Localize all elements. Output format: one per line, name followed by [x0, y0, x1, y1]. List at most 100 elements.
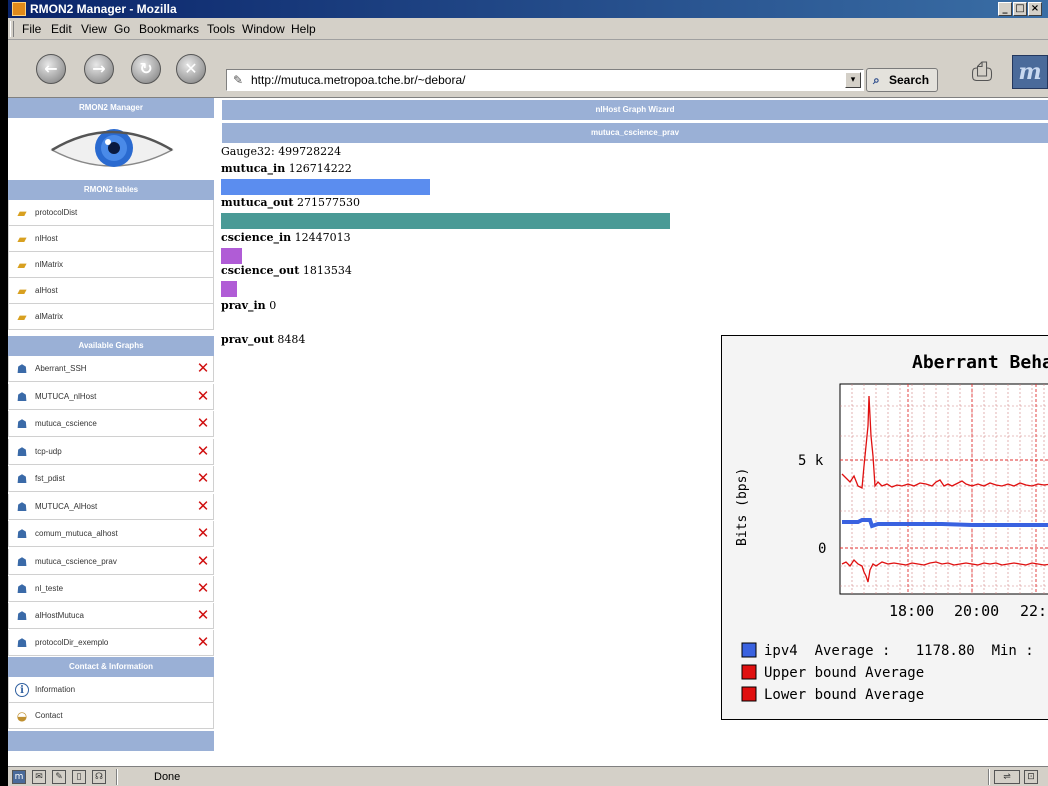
aberrant-behavior-graph: Aberrant Beha Bits (bps) 5 k 0 18:00 20:… [721, 335, 1048, 720]
menu-window[interactable]: Window [242, 22, 285, 36]
bar-name: mutuca_in [221, 162, 286, 175]
status-separator [988, 769, 990, 785]
menu-file[interactable]: File [22, 22, 41, 36]
sidebar-graph-mutuca-alhost[interactable]: ☗ MUTUCA_AlHost ✕ [8, 494, 214, 520]
sidebar-item-label: alHostMutuca [35, 611, 84, 620]
menu-go[interactable]: Go [114, 22, 130, 36]
menu-view[interactable]: View [81, 22, 107, 36]
graph-icon: ☗ [16, 500, 28, 514]
sidebar-graph-mutuca-cscience-prav[interactable]: ☗ mutuca_cscience_prav ✕ [8, 549, 214, 575]
navigator-icon[interactable]: m [12, 770, 26, 784]
reload-icon: ↻ [139, 59, 153, 78]
bar-name: cscience_out [221, 264, 300, 277]
sidebar-graph-mutuca-nlhost[interactable]: ☗ MUTUCA_nlHost ✕ [8, 384, 214, 410]
url-bar[interactable]: ✎ ▾ [226, 69, 864, 91]
delete-graph-icon[interactable]: ✕ [195, 360, 211, 376]
delete-graph-icon[interactable]: ✕ [195, 415, 211, 431]
sidebar-item-nlmatrix[interactable]: ▰ nlMatrix [8, 252, 214, 278]
chat-icon[interactable]: ☊ [92, 770, 106, 784]
delete-graph-icon[interactable]: ✕ [195, 580, 211, 596]
online-status-icon[interactable]: ⇌ [994, 770, 1020, 784]
sidebar-item-label: protocolDist [35, 208, 78, 217]
menu-grip[interactable] [10, 21, 14, 37]
delete-graph-icon[interactable]: ✕ [195, 498, 211, 514]
forward-button[interactable]: → [84, 54, 114, 84]
url-input[interactable] [251, 72, 831, 88]
stop-button[interactable]: ✕ [176, 54, 206, 84]
title-bar: RMON2 Manager - Mozilla _ □ × [8, 0, 1048, 18]
sidebar-item-alhost[interactable]: ▰ alHost [8, 278, 214, 304]
legend-upper-bound: Upper bound Average [764, 665, 924, 681]
bar-name: cscience_in [221, 231, 292, 244]
sidebar-graph-protocoldir-exemplo[interactable]: ☗ protocolDir_exemplo ✕ [8, 630, 214, 656]
sidebar-item-label: comum_mutuca_alhost [35, 529, 118, 538]
graph-icon: ☗ [16, 555, 28, 569]
delete-graph-icon[interactable]: ✕ [195, 388, 211, 404]
search-button[interactable]: ⌕ Search [866, 68, 938, 92]
available-graphs-header: Available Graphs [8, 336, 214, 356]
window-title: RMON2 Manager - Mozilla [30, 2, 177, 16]
graph-xtick-2000: 20:00 [954, 602, 999, 620]
delete-graph-icon[interactable]: ✕ [195, 470, 211, 486]
bar-mutuca-in [221, 179, 430, 195]
sidebar-item-label: mutuca_cscience_prav [35, 557, 117, 566]
url-dropdown-button[interactable]: ▾ [845, 72, 861, 88]
menu-help[interactable]: Help [291, 22, 316, 36]
mail-icon[interactable]: ✉ [32, 770, 46, 784]
composer-icon[interactable]: ✎ [52, 770, 66, 784]
mozilla-throbber-icon[interactable]: m [1012, 55, 1048, 89]
graph-ytick-0: 0 [818, 541, 826, 557]
rmon2-tables-header: RMON2 tables [8, 180, 214, 200]
delete-graph-icon[interactable]: ✕ [195, 553, 211, 569]
status-bar: m ✉ ✎ ▯ ☊ Done ⇌ ⊡ [8, 766, 1048, 786]
delete-graph-icon[interactable]: ✕ [195, 443, 211, 459]
menu-edit[interactable]: Edit [51, 22, 72, 36]
menu-bookmarks[interactable]: Bookmarks [139, 22, 199, 36]
sidebar-item-information[interactable]: i Information [8, 677, 214, 703]
delete-graph-icon[interactable]: ✕ [195, 525, 211, 541]
sidebar-item-protocoldist[interactable]: ▰ protocolDist [8, 200, 214, 226]
sidebar-graph-aberrant-ssh[interactable]: ☗ Aberrant_SSH ✕ [8, 356, 214, 382]
sidebar-graph-fst-pdist[interactable]: ☗ fst_pdist ✕ [8, 466, 214, 492]
status-text: Done [154, 771, 181, 783]
sidebar-footer [8, 731, 214, 751]
sidebar-item-label: MUTUCA_AlHost [35, 502, 98, 511]
menu-tools[interactable]: Tools [207, 22, 235, 36]
search-button-label: Search [889, 73, 930, 87]
minimize-button[interactable]: _ [998, 2, 1012, 16]
delete-graph-icon[interactable]: ✕ [195, 634, 211, 650]
maximize-button[interactable]: □ [1013, 2, 1027, 16]
print-button[interactable]: ⎙ [964, 55, 1000, 89]
eye-logo [50, 129, 174, 167]
sidebar-item-label: Information [35, 685, 76, 694]
bar-name: mutuca_out [221, 196, 294, 209]
mozilla-app-icon [12, 2, 26, 16]
gauge-value: 499728224 [278, 145, 342, 158]
sidebar-item-label: nlMatrix [35, 260, 64, 269]
address-book-icon[interactable]: ▯ [72, 770, 86, 784]
info-icon: i [15, 683, 29, 697]
sidebar-item-contact[interactable]: ◒ Contact [8, 703, 214, 729]
graph-title: Aberrant Beha [912, 352, 1048, 373]
sidebar-item-label: tcp-udp [35, 447, 62, 456]
bar-label-mutuca-in: mutuca_in 126714222 [221, 162, 352, 175]
graph-xtick-22: 22: [1020, 602, 1047, 620]
delete-graph-icon[interactable]: ✕ [195, 607, 211, 623]
sidebar-graph-comum-mutuca-alhost[interactable]: ☗ comum_mutuca_alhost ✕ [8, 521, 214, 547]
gauge-line: Gauge32: 499728224 [221, 145, 341, 158]
sidebar-item-label: mutuca_cscience [35, 419, 97, 428]
sidebar-graph-alhostmutuca[interactable]: ☗ alHostMutuca ✕ [8, 603, 214, 629]
browser-window: RMON2 Manager - Mozilla _ □ × File Edit … [8, 0, 1048, 786]
sidebar-item-nlhost[interactable]: ▰ nlHost [8, 226, 214, 252]
sidebar-graph-mutuca-cscience[interactable]: ☗ mutuca_cscience ✕ [8, 411, 214, 437]
sidebar-graph-tcp-udp[interactable]: ☗ tcp-udp ✕ [8, 439, 214, 465]
sidebar-item-almatrix[interactable]: ▰ alMatrix [8, 304, 214, 330]
sidebar-graph-nl-teste[interactable]: ☗ nl_teste ✕ [8, 576, 214, 602]
sidebar-item-label: nl_teste [35, 584, 64, 593]
reload-button[interactable]: ↻ [131, 54, 161, 84]
folder-icon: ▰ [17, 284, 27, 298]
back-button[interactable]: ← [36, 54, 66, 84]
graph-icon: ☗ [16, 636, 28, 650]
close-button[interactable]: × [1028, 2, 1042, 16]
legend-swatch-lower [741, 686, 757, 702]
